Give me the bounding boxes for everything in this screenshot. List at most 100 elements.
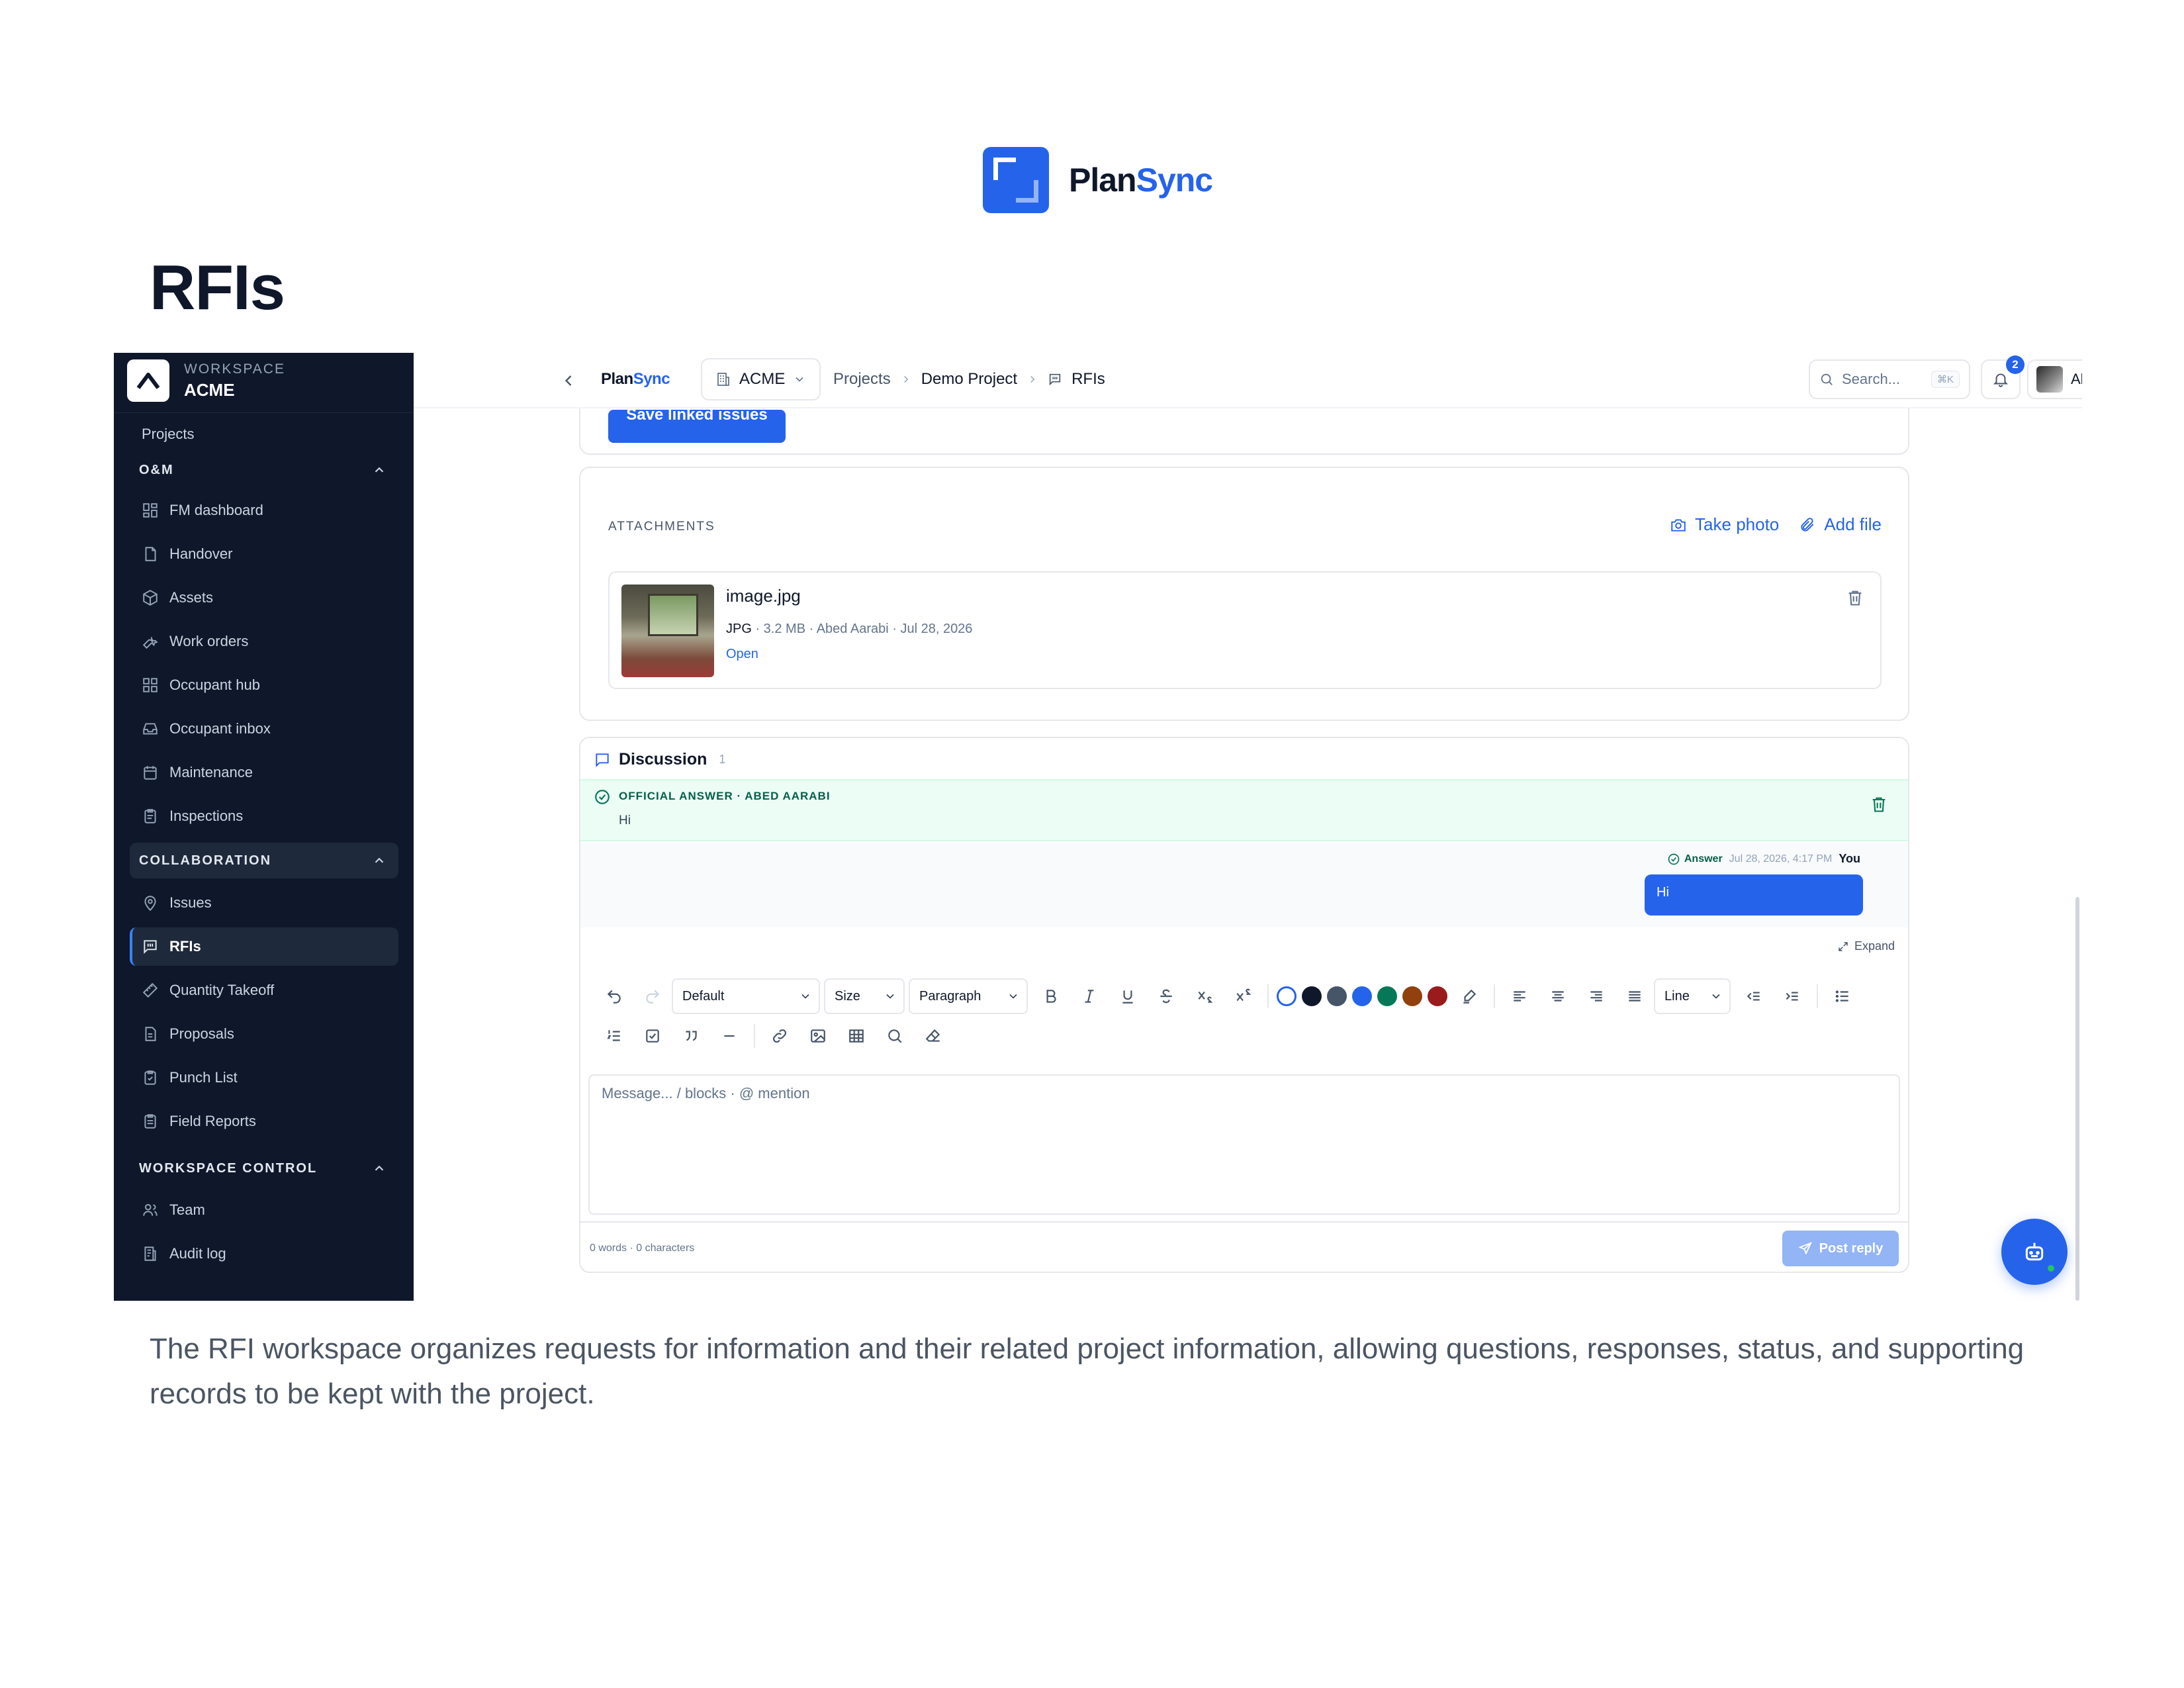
users-icon <box>143 1203 158 1216</box>
underline-button[interactable] <box>1109 979 1147 1013</box>
sidebar-item-fm-dashboard[interactable]: FM dashboard <box>130 491 398 530</box>
sidebar-item-proposals[interactable]: Proposals <box>130 1015 398 1053</box>
horizontal-rule-button[interactable] <box>710 1019 749 1053</box>
sidebar-item-label: FM dashboard <box>169 502 263 518</box>
sidebar-item-field-reports[interactable]: Field Reports <box>130 1102 398 1141</box>
workspace-switcher[interactable]: WORKSPACE ACME <box>127 359 285 402</box>
user-menu[interactable]: Abed Aarabi <box>2027 359 2082 399</box>
sidebar-item-label: Inspections <box>169 808 244 824</box>
brand-name-part2: Sync <box>1136 162 1214 199</box>
add-file-button[interactable]: Add file <box>1799 514 1882 535</box>
sidebar: WORKSPACE ACME Projects O&M FM dashboard… <box>114 353 414 1301</box>
sidebar-item-handover[interactable]: Handover <box>130 535 398 573</box>
breadcrumb-projects[interactable]: Projects <box>833 370 891 389</box>
topbar-brand[interactable]: PlanSync <box>601 370 670 389</box>
color-swatch-green[interactable] <box>1377 986 1397 1006</box>
trash-icon[interactable] <box>1846 588 1864 607</box>
highlighter-button[interactable] <box>1450 979 1488 1013</box>
ordered-list-button[interactable] <box>595 1019 633 1053</box>
subscript-button[interactable] <box>1185 979 1224 1013</box>
redo-button[interactable] <box>633 979 672 1013</box>
color-swatch-black[interactable] <box>1302 986 1322 1006</box>
quote-button[interactable] <box>672 1019 710 1053</box>
block-type-value: Paragraph <box>919 988 981 1004</box>
take-photo-button[interactable]: Take photo <box>1670 514 1779 535</box>
align-right-button[interactable] <box>1577 979 1615 1013</box>
trash-icon[interactable] <box>1870 795 1888 814</box>
bullet-list-button[interactable] <box>1823 979 1862 1013</box>
color-swatch-blue[interactable] <box>1352 986 1372 1006</box>
image-button[interactable] <box>799 1019 837 1053</box>
font-size-select[interactable]: Size <box>824 978 905 1014</box>
expand-button[interactable]: Expand <box>1837 939 1895 953</box>
sidebar-item-quantity-takeoff[interactable]: Quantity Takeoff <box>130 971 398 1009</box>
sidebar-item-inspections[interactable]: Inspections <box>130 797 398 835</box>
chevron-left-icon[interactable] <box>559 371 578 390</box>
italic-button[interactable] <box>1070 979 1109 1013</box>
scrollbar[interactable] <box>2075 897 2079 1301</box>
workspace-label: WORKSPACE <box>184 361 285 377</box>
chevron-down-icon <box>1009 994 1017 999</box>
clipboard-check-icon <box>144 1070 156 1085</box>
clear-format-button[interactable] <box>914 1019 952 1053</box>
align-center-button[interactable] <box>1539 979 1577 1013</box>
sidebar-item-occupant-inbox[interactable]: Occupant inbox <box>130 710 398 748</box>
breadcrumb-rfis: RFIs <box>1071 370 1105 388</box>
attachment-file-name: image.jpg <box>726 586 801 606</box>
attachment-thumbnail[interactable] <box>621 585 714 677</box>
line-height-select[interactable]: Line <box>1654 978 1731 1014</box>
editor-toolbar-row-1: Default Size Paragraph Line <box>595 978 1862 1015</box>
color-swatch-white[interactable] <box>1277 986 1297 1006</box>
sidebar-item-punch-list[interactable]: Punch List <box>130 1058 398 1097</box>
outdent-button[interactable] <box>1735 979 1773 1013</box>
sidebar-item-assets[interactable]: Assets <box>130 579 398 617</box>
superscript-button[interactable] <box>1224 979 1262 1013</box>
post-reply-button[interactable]: Post reply <box>1782 1231 1899 1266</box>
document-icon <box>145 547 156 561</box>
sidebar-item-work-orders[interactable]: Work orders <box>130 622 398 661</box>
undo-icon <box>607 990 621 1004</box>
message-bubble[interactable]: Hi <box>1645 874 1863 915</box>
sidebar-item-issues[interactable]: Issues <box>130 884 398 922</box>
message-editor[interactable]: Message... / blocks · @ mention <box>588 1074 1900 1215</box>
assistant-button[interactable] <box>2001 1219 2068 1285</box>
sidebar-item-rfis[interactable]: RFIs <box>130 927 398 966</box>
table-button[interactable] <box>837 1019 876 1053</box>
org-selector[interactable]: ACME <box>701 358 821 400</box>
sidebar-item-maintenance[interactable]: Maintenance <box>130 753 398 792</box>
find-button[interactable] <box>876 1019 914 1053</box>
attachments-actions: Take photo Add file <box>1670 514 1882 535</box>
breadcrumb-demo-project[interactable]: Demo Project <box>921 370 1017 389</box>
attachments-card: ATTACHMENTS Take photo Add file image.jp… <box>579 467 1909 721</box>
box-icon <box>143 590 158 606</box>
section-om[interactable]: O&M <box>130 452 398 488</box>
font-family-select[interactable]: Default <box>672 978 820 1014</box>
save-linked-issues-button[interactable]: Save linked issues <box>608 410 786 443</box>
page: PlanSync RFIs WORKSPACE ACME Projects O&… <box>0 0 2184 1688</box>
block-type-select[interactable]: Paragraph <box>909 978 1028 1014</box>
notifications-button[interactable]: 2 <box>1981 355 2025 399</box>
align-left-button[interactable] <box>1500 979 1539 1013</box>
link-button[interactable] <box>760 1019 799 1053</box>
indent-icon <box>1786 992 1798 1001</box>
section-collaboration[interactable]: COLLABORATION <box>130 843 398 878</box>
attachment-open-link[interactable]: Open <box>726 647 758 662</box>
bold-button[interactable] <box>1032 979 1070 1013</box>
color-swatch-slate[interactable] <box>1327 986 1347 1006</box>
undo-button[interactable] <box>595 979 633 1013</box>
sidebar-projects-link[interactable]: Projects <box>142 426 194 443</box>
strikethrough-button[interactable] <box>1147 979 1185 1013</box>
section-workspace-control[interactable]: WORKSPACE CONTROL <box>130 1150 398 1186</box>
topbar-brand-part2: Sync <box>633 370 670 388</box>
align-justify-button[interactable] <box>1615 979 1654 1013</box>
sidebar-item-audit-log[interactable]: Audit log <box>130 1235 398 1273</box>
indent-button[interactable] <box>1773 979 1811 1013</box>
color-swatch-brown[interactable] <box>1402 986 1422 1006</box>
sidebar-item-occupant-hub[interactable]: Occupant hub <box>130 666 398 704</box>
discussion-title: Discussion <box>619 750 707 769</box>
color-swatch-red[interactable] <box>1428 986 1447 1006</box>
sidebar-item-team[interactable]: Team <box>130 1191 398 1229</box>
search-input[interactable]: Search... ⌘K <box>1809 359 1970 399</box>
checklist-button[interactable] <box>633 1019 672 1053</box>
italic-icon <box>1085 990 1094 1003</box>
